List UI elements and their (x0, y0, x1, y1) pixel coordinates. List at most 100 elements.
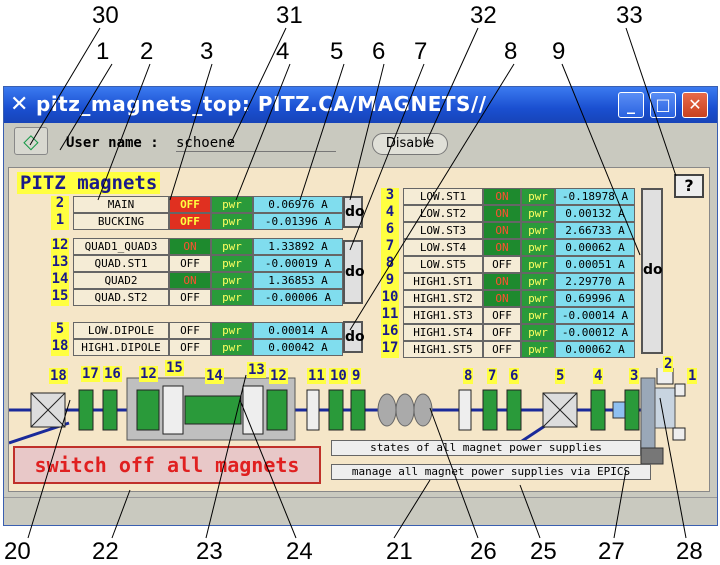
callout-top-1: 1 (96, 38, 110, 65)
magnet-index-label: 17 (381, 340, 399, 358)
power-button[interactable]: pwr (211, 213, 253, 230)
power-button[interactable]: pwr (521, 290, 555, 307)
power-button[interactable]: pwr (521, 239, 555, 256)
on-off-toggle[interactable]: ON (483, 222, 521, 239)
home-diamond-icon[interactable]: ◇ (14, 127, 48, 155)
on-off-toggle[interactable]: ON (169, 272, 211, 289)
magnet-index-label: 6 (381, 222, 399, 239)
callout-top-8: 8 (504, 38, 518, 65)
on-off-toggle[interactable]: OFF (169, 339, 211, 356)
current-readout: -0.01396 A (253, 213, 343, 230)
do-button-steerers[interactable]: do (641, 188, 663, 354)
current-readout: -0.18978 A (555, 188, 635, 205)
disable-button[interactable]: Disable (372, 133, 448, 155)
beamline-element-label: 12 (139, 366, 158, 382)
magnets-panel: PITZ magnets ? 2 MAIN OFF pwr 0.06976 A 1 BUCK… (8, 167, 710, 492)
states-power-supplies-button[interactable]: states of all magnet power supplies (331, 440, 641, 456)
power-button[interactable]: pwr (211, 289, 253, 306)
do-button-solenoids[interactable]: do (343, 196, 365, 228)
power-button[interactable]: pwr (211, 255, 253, 272)
magnet-name: LOW.ST1 (403, 188, 483, 205)
beamline-element-label: 17 (81, 366, 100, 382)
magnet-index-label: 2 (51, 196, 69, 213)
current-readout: 2.66733 A (555, 222, 635, 239)
beamline-element-label: 18 (49, 368, 68, 384)
power-button[interactable]: pwr (521, 341, 555, 358)
callout-top-30: 30 (92, 2, 119, 29)
magnet-name: HIGH1.ST2 (403, 290, 483, 307)
magnet-name: HIGH1.ST1 (403, 273, 483, 290)
on-off-toggle[interactable]: OFF (169, 255, 211, 272)
on-off-toggle[interactable]: OFF (483, 324, 521, 341)
current-readout: -0.00012 A (555, 324, 635, 341)
on-off-toggle[interactable]: OFF (483, 256, 521, 273)
on-off-toggle[interactable]: ON (483, 188, 521, 205)
power-button[interactable]: pwr (211, 196, 253, 213)
power-button[interactable]: pwr (521, 188, 555, 205)
on-off-toggle[interactable]: ON (483, 239, 521, 256)
magnet-index-label: 12 (51, 237, 69, 255)
power-button[interactable]: pwr (521, 273, 555, 290)
on-off-toggle[interactable]: OFF (483, 307, 521, 324)
callout-top-2: 2 (140, 38, 154, 65)
on-off-toggle[interactable]: ON (483, 273, 521, 290)
power-button[interactable]: pwr (211, 238, 253, 255)
magnet-name: LOW.DIPOLE (73, 322, 169, 339)
magnet-index-label: 15 (51, 288, 69, 306)
on-off-toggle[interactable]: OFF (169, 196, 211, 213)
manage-power-supplies-epics-button[interactable]: manage all magnet power supplies via EPI… (331, 464, 651, 480)
current-readout: -0.00006 A (253, 289, 343, 306)
power-button[interactable]: pwr (521, 205, 555, 222)
callout-top-3: 3 (200, 38, 214, 65)
magnet-index-label: 5 (51, 322, 69, 339)
callout-top-32: 32 (470, 2, 497, 29)
power-button[interactable]: pwr (521, 222, 555, 239)
beamline-element-label: 12 (269, 368, 288, 384)
on-off-toggle[interactable]: OFF (169, 322, 211, 339)
on-off-toggle[interactable]: ON (169, 238, 211, 255)
magnet-index-label: 18 (51, 338, 69, 356)
power-button[interactable]: pwr (211, 272, 253, 289)
magnet-name: HIGH1.DIPOLE (73, 339, 169, 356)
on-off-toggle[interactable]: ON (483, 205, 521, 222)
on-off-toggle[interactable]: ON (483, 290, 521, 307)
magnet-index-label: 13 (51, 254, 69, 272)
beamline-element-label: 4 (593, 368, 604, 384)
current-readout: -0.00019 A (253, 255, 343, 272)
beamline-element-label: 14 (205, 368, 224, 384)
title-bar[interactable]: ✕ pitz_magnets_top: PITZ.CA/MAGNETS// _ … (4, 87, 717, 123)
magnet-name: HIGH1.ST5 (403, 341, 483, 358)
magnet-index-label: 4 (381, 205, 399, 222)
do-button-quads[interactable]: do (343, 240, 365, 304)
beamline-element-label: 1 (687, 368, 698, 384)
close-button[interactable]: ✕ (682, 92, 708, 118)
callout-top-31: 31 (276, 2, 303, 29)
panel-title: PITZ magnets (17, 172, 161, 194)
power-button[interactable]: pwr (521, 324, 555, 341)
magnet-name: QUAD.ST2 (73, 289, 169, 306)
power-button[interactable]: pwr (211, 322, 253, 339)
power-button[interactable]: pwr (521, 307, 555, 324)
beamline-element-label: 15 (165, 360, 184, 376)
power-button[interactable]: pwr (521, 256, 555, 273)
help-button[interactable]: ? (674, 174, 704, 198)
magnet-index-label: 10 (381, 289, 399, 307)
beamline-element-label: 7 (487, 368, 498, 384)
beamline-element-label: 16 (103, 366, 122, 382)
callout-bottom-23: 23 (196, 538, 223, 565)
switch-off-all-magnets-button[interactable]: switch off all magnets (13, 446, 321, 484)
minimize-button[interactable]: _ (618, 92, 644, 118)
power-button[interactable]: pwr (211, 339, 253, 356)
current-readout: -0.00014 A (555, 307, 635, 324)
on-off-toggle[interactable]: OFF (483, 341, 521, 358)
on-off-toggle[interactable]: OFF (169, 213, 211, 230)
on-off-toggle[interactable]: OFF (169, 289, 211, 306)
magnet-name: HIGH1.ST3 (403, 307, 483, 324)
magnet-name: MAIN (73, 196, 169, 213)
do-button-dipoles[interactable]: do (343, 321, 365, 353)
callout-bottom-20: 20 (4, 538, 31, 565)
callout-bottom-21: 21 (386, 538, 413, 565)
callout-top-6: 6 (372, 38, 386, 65)
maximize-button[interactable]: □ (650, 92, 676, 118)
callout-top-5: 5 (330, 38, 344, 65)
